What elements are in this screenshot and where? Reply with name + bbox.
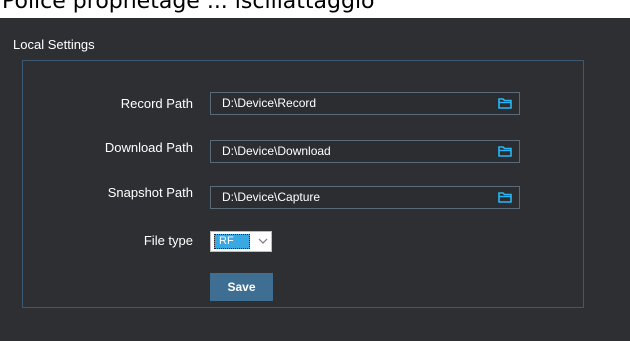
snapshot-path-label: Snapshot Path [107,185,193,200]
folder-icon[interactable] [498,146,512,157]
save-button[interactable]: Save [210,273,273,301]
download-path-value: D:\Device\Download [222,144,331,158]
chevron-down-icon [258,238,268,244]
snapshot-path-value: D:\Device\Capture [222,190,321,204]
panel-title: Local Settings [13,37,95,52]
file-type-select[interactable]: RF [210,231,272,252]
download-path-field[interactable]: D:\Device\Download [210,140,520,163]
download-path-label: Download Path [104,140,193,155]
snapshot-path-field[interactable]: D:\Device\Capture [210,186,520,209]
record-path-field[interactable]: D:\Device\Record [210,92,520,115]
folder-icon[interactable] [498,192,512,203]
file-type-label: File type [143,233,193,248]
background-page-text: Police prophetage ... iscillattaggio [2,0,375,14]
folder-icon[interactable] [498,98,512,109]
record-path-label: Record Path [120,96,193,111]
background-page-strip: Police prophetage ... iscillattaggio [0,0,630,18]
record-path-value: D:\Device\Record [222,96,317,110]
file-type-selected-value: RF [214,234,250,249]
